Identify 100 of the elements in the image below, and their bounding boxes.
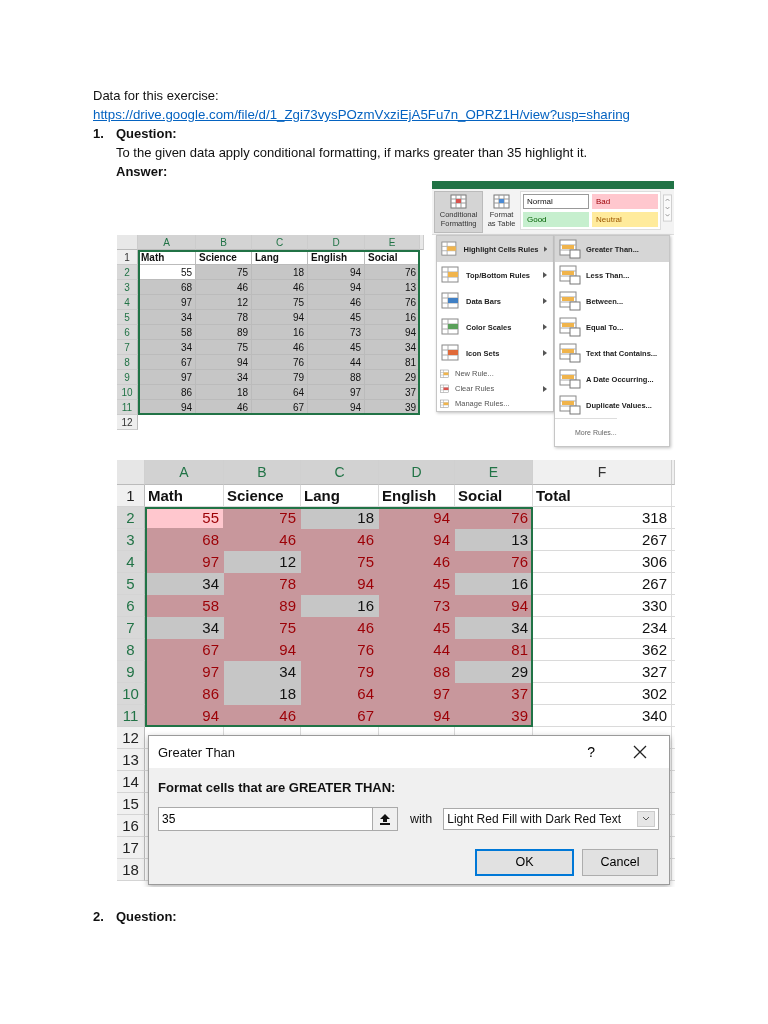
row-header[interactable]: 5 [117, 573, 145, 595]
cell-style[interactable]: Neutral [592, 212, 658, 227]
grid-icon [441, 292, 461, 310]
grid-icon [441, 266, 461, 284]
table-cell: 29 [365, 370, 420, 385]
table-cell: 45 [308, 310, 365, 325]
select-all-corner[interactable] [117, 235, 138, 250]
table-cell: 76 [365, 295, 420, 310]
table-cell: 76 [365, 265, 420, 280]
column-header[interactable]: A [138, 235, 196, 250]
select-all-corner[interactable] [117, 460, 145, 485]
grid-icon [441, 318, 461, 336]
row-header[interactable]: 4 [117, 295, 138, 310]
column-header[interactable]: F [533, 460, 672, 485]
table-cell: Social [455, 485, 533, 507]
row-header[interactable]: 10 [117, 683, 145, 705]
table-cell: 16 [455, 573, 533, 595]
table-cell: 79 [252, 370, 308, 385]
table-cell: 45 [379, 573, 455, 595]
column-header[interactable]: A [145, 460, 224, 485]
close-icon[interactable] [633, 745, 647, 759]
collapse-button[interactable] [373, 807, 398, 831]
row-header[interactable]: 8 [117, 355, 138, 370]
table-cell: 46 [301, 617, 379, 639]
row-header[interactable]: 18 [117, 859, 145, 881]
upload-icon [380, 813, 390, 825]
row-header[interactable]: 11 [117, 400, 138, 415]
column-header[interactable]: E [455, 460, 533, 485]
row-header[interactable]: 8 [117, 639, 145, 661]
table-cell: 75 [224, 507, 301, 529]
table-cell: 75 [196, 265, 252, 280]
submenu-arrow-icon [543, 350, 547, 356]
row-header[interactable]: 12 [117, 415, 138, 430]
row-header[interactable]: 11 [117, 705, 145, 727]
column-header[interactable]: C [252, 235, 308, 250]
cell-style[interactable]: Good [523, 212, 589, 227]
column-header[interactable]: B [224, 460, 301, 485]
question-heading: Question: [116, 908, 177, 926]
row-header[interactable]: 7 [117, 340, 138, 355]
help-button[interactable]: ? [587, 742, 595, 762]
column-header[interactable]: E [365, 235, 420, 250]
dialog-prompt: Format cells that are GREATER THAN: [158, 779, 396, 797]
row-header[interactable]: 5 [117, 310, 138, 325]
drive-link[interactable]: https://drive.google.com/file/d/1_Zgi73vysPOzmVxziEjA5Fu7n_OPRZ1H/view?usp=sharing [93, 105, 630, 124]
table-cell: 13 [365, 280, 420, 295]
table-cell: 16 [365, 310, 420, 325]
row-header[interactable]: 6 [117, 595, 145, 617]
caret-icon [637, 811, 656, 827]
row-header[interactable]: 13 [117, 749, 145, 771]
column-header[interactable]: B [196, 235, 252, 250]
gallery-scroll-icon[interactable] [663, 193, 672, 223]
row-header[interactable]: 9 [117, 370, 138, 385]
table-cell: 46 [379, 551, 455, 573]
table-cell: 302 [533, 683, 672, 705]
cell-style[interactable]: Normal [523, 194, 589, 209]
grid-icon [559, 343, 581, 363]
row-header[interactable]: 1 [117, 485, 145, 507]
row-header[interactable]: 4 [117, 551, 145, 573]
row-header[interactable]: 10 [117, 385, 138, 400]
dialog-button[interactable]: OK [475, 849, 574, 876]
row-header[interactable]: 9 [117, 661, 145, 683]
column-header[interactable]: D [308, 235, 365, 250]
row-header[interactable]: 6 [117, 325, 138, 340]
question-text: To the given data apply conditional formatting, if marks greater than 35 highlight it. [116, 144, 588, 162]
table-cell: 94 [379, 529, 455, 551]
table-cell: 34 [138, 310, 196, 325]
row-header[interactable]: 16 [117, 815, 145, 837]
table-cell: 94 [301, 573, 379, 595]
row-header[interactable]: 15 [117, 793, 145, 815]
row-header[interactable]: 2 [117, 507, 145, 529]
row-header[interactable]: 2 [117, 265, 138, 280]
value-field[interactable]: 35 [158, 807, 373, 831]
table-cell: 34 [196, 370, 252, 385]
list-number: 1. [93, 125, 105, 143]
grid-icon [559, 369, 581, 389]
list-number: 2. [93, 908, 105, 926]
table-cell: 340 [533, 705, 672, 727]
table-cell: 267 [533, 573, 672, 595]
row-header[interactable]: 7 [117, 617, 145, 639]
table-cell: 88 [308, 370, 365, 385]
row-header[interactable]: 17 [117, 837, 145, 859]
row-header[interactable]: 12 [117, 727, 145, 749]
column-header[interactable]: C [301, 460, 379, 485]
cell-style[interactable]: Bad [592, 194, 658, 209]
format-dropdown[interactable]: Light Red Fill with Dark Red Text [443, 808, 660, 830]
column-header[interactable]: D [379, 460, 455, 485]
row-header[interactable]: 14 [117, 771, 145, 793]
table-cell: 12 [224, 551, 301, 573]
dialog-button[interactable]: Cancel [582, 849, 658, 876]
table-cell: 327 [533, 661, 672, 683]
row-header[interactable]: 1 [117, 250, 138, 265]
body-text: Data for this exercise: [93, 87, 219, 105]
grid-icon [440, 383, 450, 394]
table-cell: 46 [252, 280, 308, 295]
row-header[interactable]: 3 [117, 280, 138, 295]
row-header[interactable]: 3 [117, 529, 145, 551]
table-cell: 67 [145, 639, 224, 661]
table-cell: 88 [379, 661, 455, 683]
table-cell: 362 [533, 639, 672, 661]
table-cell: 97 [145, 551, 224, 573]
